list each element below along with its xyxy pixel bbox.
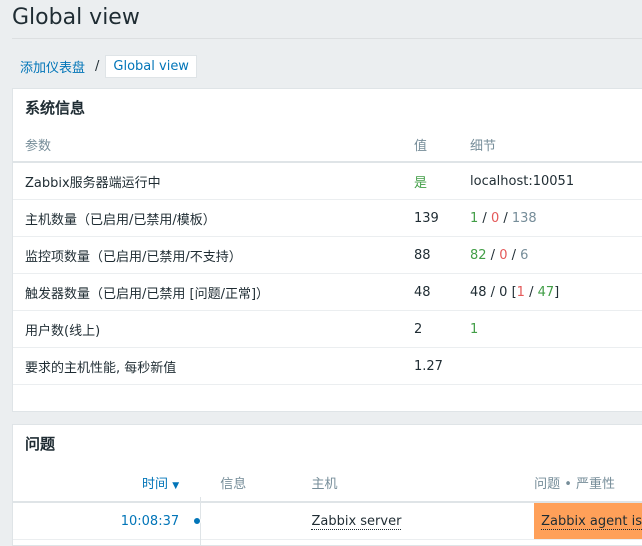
problem-name-link[interactable]: Zabbix agent is [541, 513, 642, 530]
breadcrumb-separator: / [95, 58, 100, 74]
column-header-problem: 问题 • 严重性 [534, 463, 642, 503]
table-row: 触发器数量（已启用/已禁用 [问题/正常]） 48 48 / 0 [1 / 47… [13, 273, 642, 311]
problem-host-link[interactable]: Zabbix server [311, 513, 402, 530]
column-header-info: 信息 [220, 463, 312, 503]
slash: / [524, 284, 538, 300]
table-row: 用户数(线上) 2 1 [13, 310, 642, 348]
disabled-count: 0 [490, 210, 500, 226]
slash: / [499, 210, 512, 226]
value-cell: 1.27 [414, 347, 470, 385]
problem-row: 10:08:37 Zabbix server Zabbix agent is [13, 502, 642, 540]
template-count: 138 [511, 210, 537, 226]
slash: / [486, 247, 500, 263]
slash: / [478, 210, 491, 226]
param-cell: 触发器数量（已启用/已禁用 [问题/正常]） [13, 273, 414, 311]
problem-count: 1 [516, 284, 525, 300]
value-cell: 48 [414, 273, 470, 311]
table-row: 主机数量（已启用/已禁用/模板） 139 1 / 0 / 138 [13, 199, 642, 237]
column-header-details: 细节 [470, 127, 642, 163]
param-cell: Zabbix服务器端运行中 [13, 162, 414, 200]
page-title: Global view [12, 5, 140, 30]
system-info-widget: 系统信息 参数 值 细节 Zabbix服务器端运行中 是 localhost:1… [12, 88, 642, 412]
param-cell: 主机数量（已启用/已禁用/模板） [13, 199, 414, 237]
problem-host-cell: Zabbix server [311, 502, 535, 540]
details-cell: 1 / 0 / 138 [470, 199, 642, 237]
breadcrumb-dashboard-list-link[interactable]: 添加仪表盘 [12, 57, 93, 76]
table-row: 监控项数量（已启用/已禁用/不支持） 88 82 / 0 / 6 [13, 236, 642, 274]
time-sort-label[interactable]: 时间 [142, 477, 168, 492]
column-header-param: 参数 [13, 127, 414, 163]
title-divider [12, 38, 642, 39]
details-cell: 1 [470, 310, 642, 348]
unsupported-count: 6 [520, 247, 529, 263]
problem-time-link[interactable]: 10:08:37 [121, 514, 179, 529]
breadcrumb-current-dashboard[interactable]: Global view [105, 54, 197, 78]
problems-widget: 问题 时间 ▼ 信息 主机 问题 • 严重性 10:08:37 Zabbix s… [12, 424, 642, 546]
column-header-value: 值 [414, 127, 470, 163]
trigger-prefix: 48 / 0 [ [470, 284, 517, 300]
param-cell: 用户数(线上) [13, 310, 414, 348]
bracket-close: ] [554, 284, 560, 300]
slash: / [507, 247, 521, 263]
value-cell: 139 [414, 199, 470, 237]
breadcrumb: 添加仪表盘 / Global view [12, 54, 197, 78]
sort-desc-icon: ▼ [172, 480, 180, 491]
column-header-host: 主机 [311, 463, 535, 503]
ok-count: 47 [537, 284, 555, 300]
details-cell [470, 347, 642, 385]
details-cell: localhost:10051 [470, 162, 642, 200]
value-cell: 88 [414, 236, 470, 274]
problem-info-cell [220, 502, 312, 540]
value-cell: 2 [414, 310, 470, 348]
system-info-table: 参数 值 细节 Zabbix服务器端运行中 是 localhost:10051 … [13, 127, 642, 385]
problems-widget-title: 问题 [25, 435, 56, 453]
column-header-time[interactable]: 时间 ▼ [13, 463, 198, 503]
table-row: 要求的主机性能, 每秒新值 1.27 [13, 347, 642, 385]
system-info-widget-title: 系统信息 [25, 99, 86, 117]
value-cell: 是 [414, 162, 470, 200]
problem-severity-cell: Zabbix agent is [534, 502, 642, 540]
param-cell: 要求的主机性能, 每秒新值 [13, 347, 414, 385]
problems-table: 时间 ▼ 信息 主机 问题 • 严重性 10:08:37 Zabbix serv… [13, 463, 642, 540]
problem-time-cell: 10:08:37 [13, 502, 202, 540]
table-row: Zabbix服务器端运行中 是 localhost:10051 [13, 162, 642, 200]
param-cell: 监控项数量（已启用/已禁用/不支持） [13, 236, 414, 274]
enabled-count: 82 [470, 247, 487, 263]
details-cell: 82 / 0 / 6 [470, 236, 642, 274]
details-cell: 48 / 0 [1 / 47] [470, 273, 642, 311]
